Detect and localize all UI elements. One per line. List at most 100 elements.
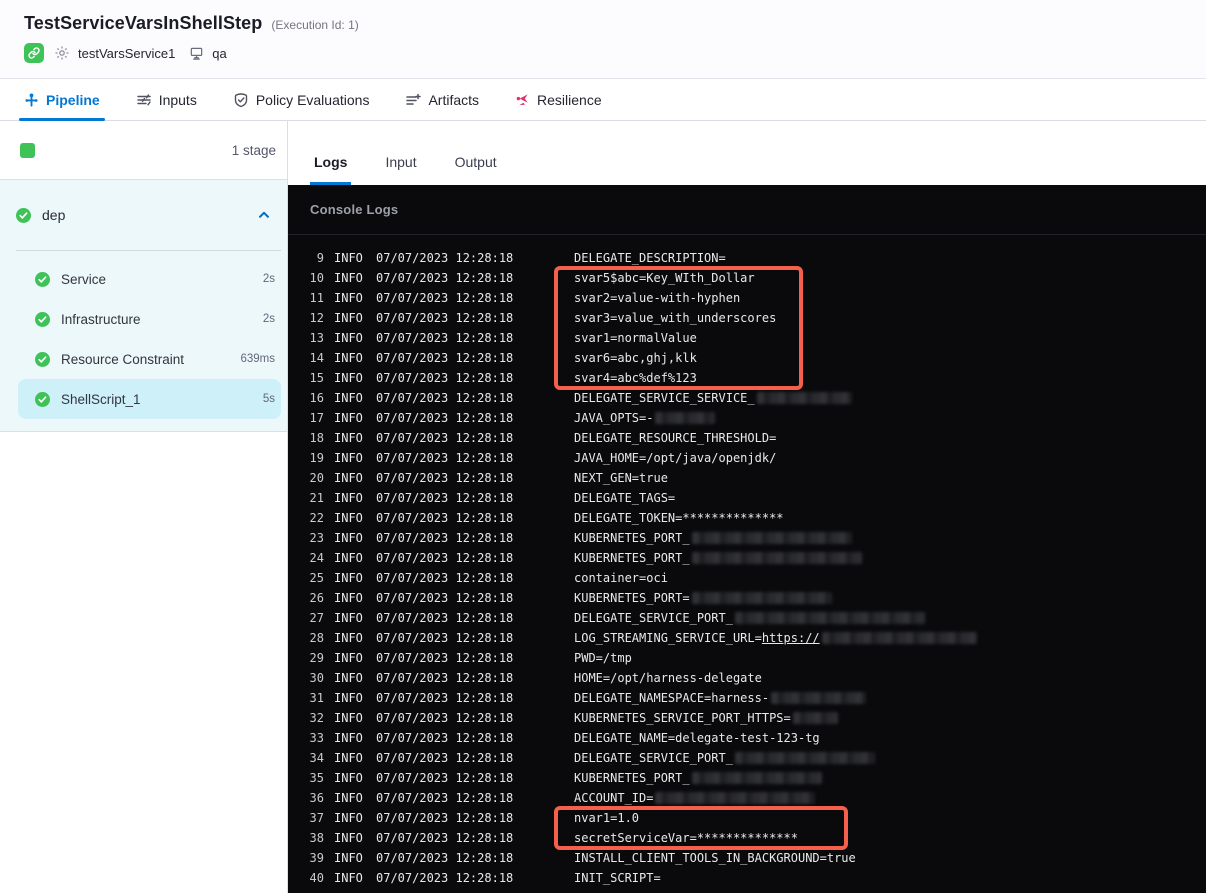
log-line: 32 INFO 07/07/2023 12:28:18 KUBERNETES_SERV… (288, 708, 1206, 728)
gear-icon (54, 45, 70, 61)
log-line: 35 INFO 07/07/2023 12:28:18 KUBERNETES_PORT… (288, 768, 1206, 788)
log-line: 24 INFO 07/07/2023 12:28:18 KUBERNETES_PORT… (288, 548, 1206, 568)
step-row[interactable]: Resource Constraint 639ms (18, 339, 281, 379)
log-line: 40 INFO 07/07/2023 12:28:18 INIT_SCRIPT= (309, 871, 661, 885)
log-line: 16 INFO 07/07/2023 12:28:18 DELEGATE_SERVIC… (288, 388, 1206, 408)
log-line: 23 INFO 07/07/2023 12:28:18 KUBERNETES_PORT… (288, 528, 1206, 548)
step-duration-label: 639ms (240, 353, 275, 365)
tab-output[interactable]: Output (451, 154, 501, 185)
log-line: 9 INFO 07/07/2023 12:28:18 DELEGATE_DESCRIP… (316, 251, 726, 265)
execution-tabs: Pipeline Inputs Policy Evaluations Artif… (0, 79, 1206, 121)
console-title: Console Logs (310, 202, 399, 217)
success-check-icon (35, 351, 50, 367)
redacted-value (756, 391, 852, 404)
pipeline-icon (24, 92, 39, 108)
tab-artifacts[interactable]: Artifacts (405, 79, 479, 120)
step-duration-label: 2s (262, 273, 275, 285)
stage-row-dep[interactable]: dep (0, 180, 287, 250)
step-name-label: Resource Constraint (61, 351, 185, 367)
stage-count-label: 1 stage (231, 142, 276, 158)
log-line: 18 INFO 07/07/2023 12:28:18 DELEGATE_RESOUR… (309, 431, 777, 445)
redacted-value (655, 411, 716, 424)
service-icon (24, 43, 44, 63)
tab-inputs[interactable]: Inputs (136, 79, 197, 120)
redacted-value (771, 691, 867, 704)
environment-name-link[interactable]: qa (212, 46, 226, 61)
log-line: 36 INFO 07/07/2023 12:28:18 ACCOUNT_ID= (288, 788, 1206, 808)
step-row[interactable]: ShellScript_1 5s (18, 379, 281, 419)
redacted-value (691, 771, 822, 784)
artifacts-icon (405, 92, 422, 108)
step-name-label: ShellScript_1 (61, 391, 141, 407)
redacted-value (734, 751, 875, 764)
log-line: 22 INFO 07/07/2023 12:28:18 DELEGATE_TOKEN=… (309, 511, 784, 525)
execution-id-label: (Execution Id: 1) (271, 18, 359, 32)
redacted-value (821, 631, 977, 644)
console-log-scroll-area[interactable]: 9 INFO 07/07/2023 12:28:18 DELEGATE_DESCRIP… (288, 235, 1206, 893)
tab-resilience-label: Resilience (537, 91, 602, 108)
stage-name-label: dep (42, 207, 66, 223)
log-line: 27 INFO 07/07/2023 12:28:18 DELEGATE_SERVIC… (288, 608, 1206, 628)
tab-pipeline-label: Pipeline (46, 91, 100, 108)
policy-check-icon (233, 92, 249, 108)
resilience-icon (515, 92, 530, 107)
log-line: 26 INFO 07/07/2023 12:28:18 KUBERNETES_PORT… (288, 588, 1206, 608)
success-check-icon (35, 311, 50, 327)
log-line: 20 INFO 07/07/2023 12:28:18 NEXT_GEN=true (309, 471, 668, 485)
step-name-label: Service (61, 271, 107, 287)
step-list: Service 2s Infrastructure 2s Resource Co… (0, 259, 287, 419)
tab-inputs-label: Inputs (158, 91, 197, 108)
success-check-icon (16, 207, 31, 223)
log-line: 39 INFO 07/07/2023 12:28:18 INSTALL_CLIENT_… (309, 851, 856, 865)
redacted-value (691, 531, 852, 544)
stage-status-icon (20, 142, 35, 158)
log-line: 31 INFO 07/07/2023 12:28:18 DELEGATE_NAMESP… (288, 688, 1206, 708)
log-line: 28 INFO 07/07/2023 12:28:18 LOG_STREAMING_S… (288, 628, 1206, 648)
step-name-label: Infrastructure (61, 311, 141, 327)
execution-page: TestServiceVarsInShellStep (Execution Id… (0, 0, 1206, 893)
redacted-value (655, 791, 816, 804)
tab-resilience[interactable]: Resilience (515, 79, 602, 120)
divider (16, 250, 281, 251)
log-line: 10 INFO 07/07/2023 12:28:18 svar5$abc=Key_W… (309, 271, 755, 285)
log-line: 15 INFO 07/07/2023 12:28:18 svar4=abc%def%1… (309, 371, 697, 385)
log-line: 11 INFO 07/07/2023 12:28:18 svar2=value-wit… (309, 291, 741, 305)
log-line: 33 INFO 07/07/2023 12:28:18 DELEGATE_NAME=d… (309, 731, 820, 745)
step-details-panel: Logs Input Output Console Logs 9 INFO 07/0… (288, 121, 1206, 893)
success-check-icon (35, 391, 50, 407)
tab-pipeline[interactable]: Pipeline (19, 79, 105, 121)
success-check-icon (35, 271, 50, 287)
execution-tree: dep Service 2s Infrastructure 2s Resourc… (0, 180, 287, 432)
log-line: 37 INFO 07/07/2023 12:28:18 nvar1=1.0 (309, 811, 640, 825)
execution-sidebar: 1 stage dep Service 2s Infrastructure 2s… (0, 121, 288, 893)
redacted-value (691, 551, 862, 564)
log-line: 14 INFO 07/07/2023 12:28:18 svar6=abc,ghj,k… (309, 351, 697, 365)
page-header: TestServiceVarsInShellStep (Execution Id… (0, 0, 1206, 79)
step-duration-label: 2s (262, 313, 275, 325)
log-url-link[interactable]: https:// (762, 631, 820, 645)
log-line: 34 INFO 07/07/2023 12:28:18 DELEGATE_SERVIC… (288, 748, 1206, 768)
step-row[interactable]: Service 2s (18, 259, 281, 299)
stage-summary-bar: 1 stage (0, 121, 287, 180)
log-line: 29 INFO 07/07/2023 12:28:18 PWD=/tmp (309, 651, 632, 665)
log-line: 21 INFO 07/07/2023 12:28:18 DELEGATE_TAGS= (309, 491, 676, 505)
log-line: 38 INFO 07/07/2023 12:28:18 secretServiceVa… (309, 831, 798, 845)
chevron-up-icon[interactable] (257, 208, 271, 222)
step-detail-tabs: Logs Input Output (288, 121, 1206, 185)
step-duration-label: 5s (262, 393, 275, 405)
tab-logs[interactable]: Logs (310, 154, 352, 185)
service-name-link[interactable]: testVarsService1 (78, 46, 175, 61)
inputs-icon (136, 92, 152, 108)
console-panel: Console Logs 9 INFO 07/07/2023 12:28:18 DEL… (288, 185, 1206, 893)
log-line: 12 INFO 07/07/2023 12:28:18 svar3=value_wit… (309, 311, 777, 325)
tab-policy-evaluations[interactable]: Policy Evaluations (233, 79, 369, 120)
log-line: 13 INFO 07/07/2023 12:28:18 svar1=normalVal… (309, 331, 697, 345)
step-row[interactable]: Infrastructure 2s (18, 299, 281, 339)
log-line: 17 INFO 07/07/2023 12:28:18 JAVA_OPTS=- (288, 408, 1206, 428)
tab-artifacts-label: Artifacts (428, 91, 480, 108)
tab-input[interactable]: Input (381, 154, 420, 185)
log-line: 25 INFO 07/07/2023 12:28:18 container=oci (309, 571, 668, 585)
console-header[interactable]: Console Logs (288, 185, 1206, 235)
log-line: 19 INFO 07/07/2023 12:28:18 JAVA_HOME=/opt/… (309, 451, 777, 465)
sidebar-empty-area (0, 432, 287, 893)
